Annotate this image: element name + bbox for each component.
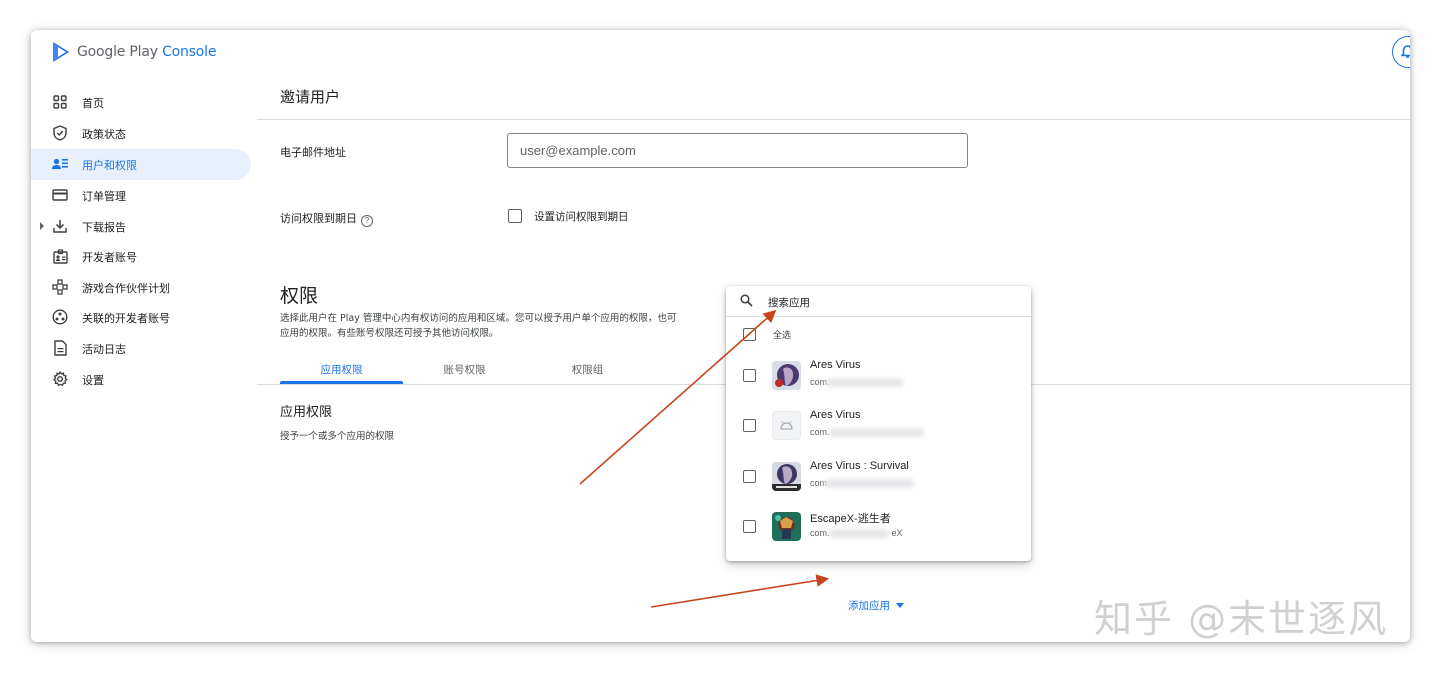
panel-header: 邀请用户: [257, 76, 1410, 120]
sidebar-item-label: 下载报告: [82, 220, 126, 234]
sidebar-item-label: 关联的开发者账号: [82, 311, 170, 325]
dropdown-arrow-icon: [896, 603, 904, 608]
expiry-label-text: 访问权限到期日: [280, 212, 357, 225]
logo-text: Google Play Console: [77, 44, 216, 60]
sidebar-item-linked-developer-accounts[interactable]: 关联的开发者账号: [31, 302, 251, 333]
app-search-input[interactable]: 搜索应用: [768, 295, 810, 310]
document-icon: [52, 340, 68, 356]
app-name: EscapeX-逃生者: [810, 513, 891, 525]
app-option-checkbox[interactable]: [743, 470, 756, 483]
select-all-label: 全选: [773, 331, 792, 341]
sidebar-item-label: 游戏合作伙伴计划: [82, 281, 170, 295]
app-option-checkbox[interactable]: [743, 419, 756, 432]
page-title: 邀请用户: [280, 88, 341, 106]
tab-account-permissions[interactable]: 账号权限: [403, 362, 526, 384]
app-package-suffix: eX: [891, 528, 903, 538]
email-label: 电子邮件地址: [280, 146, 346, 159]
bell-icon: [1401, 45, 1410, 58]
app-option-checkbox[interactable]: [743, 369, 756, 382]
sidebar-item-label: 设置: [82, 373, 104, 387]
help-icon[interactable]: ?: [361, 215, 373, 227]
sidebar-item-download-reports[interactable]: 下载报告: [31, 211, 251, 242]
sidebar-item-label: 订单管理: [82, 189, 126, 203]
logo-text-main: Google Play: [77, 44, 158, 60]
sidebar-item-label: 开发者账号: [82, 250, 137, 264]
expiry-checkbox[interactable]: [508, 209, 522, 223]
sidebar-item-developer-account[interactable]: 开发者账号: [31, 241, 251, 272]
expiry-label: 访问权限到期日?: [280, 210, 373, 227]
add-app-button[interactable]: 添加应用: [848, 598, 904, 613]
sidebar-nav: 首页 政策状态 用户和权限 订单管理 下载报告 开发者账号 游戏合作伙伴计划 关…: [31, 76, 257, 642]
app-name: Ares Virus : Survival: [810, 460, 909, 472]
gear-icon: [52, 371, 68, 387]
sidebar-item-label: 活动日志: [82, 342, 126, 356]
sidebar-item-policy-status[interactable]: 政策状态: [31, 118, 251, 149]
partner-program-icon: [52, 279, 68, 295]
watermark-text: 知乎 @末世逐风: [1094, 597, 1389, 641]
play-logo-icon: [53, 42, 69, 62]
app-option[interactable]: EscapeX-逃生者 com. eX: [726, 501, 1031, 551]
sidebar-item-users-permissions[interactable]: 用户和权限: [31, 149, 251, 180]
credit-card-icon: [52, 187, 68, 203]
app-package-prefix: com.: [810, 528, 830, 538]
android-placeholder-icon: [772, 411, 801, 440]
permissions-title: 权限: [280, 285, 319, 307]
permissions-description-line-2: 应用的权限。有些账号权限还可授予其他访问权限。: [280, 328, 499, 339]
add-app-label: 添加应用: [848, 600, 890, 612]
app-package: com.: [810, 427, 830, 437]
logo-text-accent: Console: [162, 44, 217, 60]
permissions-description-line-1: 选择此用户在 Play 管理中心内有权访问的应用和区域。您可以授予用户单个应用的…: [280, 313, 677, 324]
app-name: Ares Virus: [810, 359, 861, 371]
app-option[interactable]: Ares Virus : Survival com: [726, 451, 1031, 501]
redacted-text: [826, 378, 904, 387]
sidebar-item-label: 用户和权限: [82, 158, 137, 172]
sidebar-item-settings[interactable]: 设置: [31, 364, 251, 395]
permissions-description: 选择此用户在 Play 管理中心内有权访问的应用和区域。您可以授予用户单个应用的…: [280, 311, 735, 341]
app-search-bar[interactable]: 搜索应用: [726, 286, 1031, 317]
redacted-text: [829, 529, 889, 538]
ares-virus-app-icon: [772, 361, 801, 390]
app-permissions-title: 应用权限: [280, 405, 333, 420]
app-option[interactable]: Ares Virus com.: [726, 350, 1031, 400]
ares-virus-survival-app-icon: [772, 462, 801, 491]
shield-check-icon: [52, 125, 68, 141]
app-permissions-description: 授予一个或多个应用的权限: [280, 431, 395, 442]
sidebar-item-order-management[interactable]: 订单管理: [31, 180, 251, 211]
sidebar-item-label: 政策状态: [82, 127, 126, 141]
top-bar: Google Play Console: [31, 30, 1410, 76]
sidebar-item-home[interactable]: 首页: [31, 87, 251, 118]
expiry-checkbox-label: 设置访问权限到期日: [534, 211, 629, 223]
developer-badge-icon: [52, 248, 68, 264]
app-option-checkbox[interactable]: [743, 520, 756, 533]
search-icon: [740, 294, 753, 307]
select-all-checkbox[interactable]: [743, 328, 756, 341]
redacted-text: [824, 479, 914, 488]
app-name: Ares Virus: [810, 409, 861, 421]
notifications-button[interactable]: [1392, 36, 1410, 68]
email-field[interactable]: [507, 133, 968, 168]
sidebar-item-label: 首页: [82, 96, 104, 110]
app-option[interactable]: Ares Virus com.: [726, 400, 1031, 450]
redacted-text: [829, 428, 924, 437]
download-icon: [52, 218, 68, 234]
escapex-app-icon: [772, 512, 801, 541]
dashboard-icon: [52, 94, 68, 110]
app-select-dropdown: 搜索应用 全选 Ares Virus com. Ares Virus com. …: [726, 286, 1031, 561]
google-play-console-logo[interactable]: Google Play Console: [51, 41, 216, 63]
tab-permission-groups[interactable]: 权限组: [526, 362, 649, 384]
app-window: Google Play Console 首页 政策状态 用户和权限 订单管理 下…: [31, 30, 1410, 642]
users-permissions-icon: [52, 156, 68, 172]
expand-caret-icon[interactable]: [40, 222, 44, 230]
sidebar-item-partner-program[interactable]: 游戏合作伙伴计划: [31, 272, 251, 303]
sidebar-item-activity-log[interactable]: 活动日志: [31, 333, 251, 364]
linked-accounts-icon: [52, 309, 68, 325]
